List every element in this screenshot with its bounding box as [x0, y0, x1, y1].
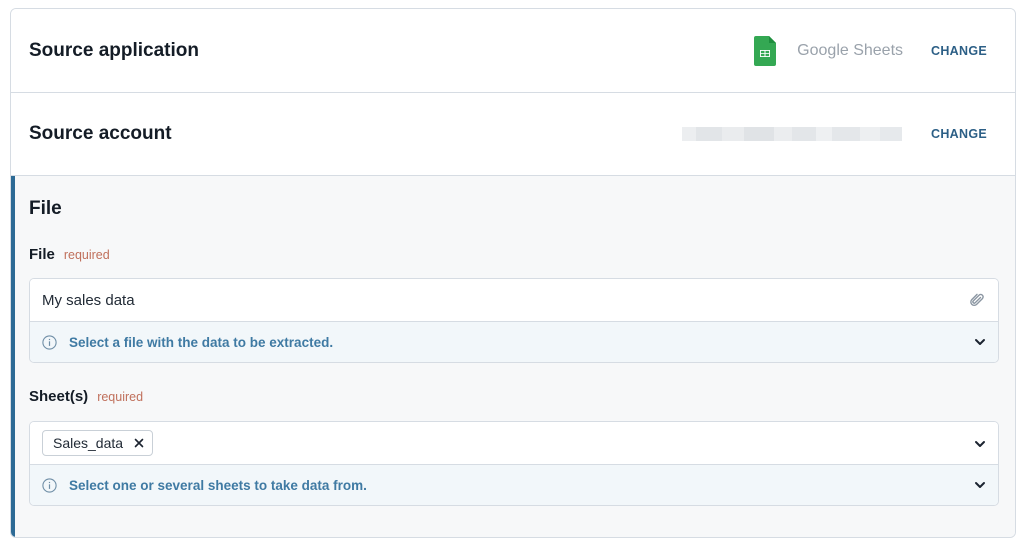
integration-setup-card: Source application Google Sheets CHANGE …: [10, 8, 1016, 538]
blurred-account-name: [682, 127, 903, 141]
file-label-text: File: [29, 246, 55, 263]
chevron-down-icon[interactable]: [974, 338, 986, 346]
sheets-label-text: Sheet(s): [29, 388, 89, 405]
change-source-application-button[interactable]: CHANGE: [931, 44, 987, 58]
sheets-field: Sales_data Select one or several sheets …: [29, 421, 999, 506]
file-section-title: File: [29, 198, 62, 219]
source-account-summary: CHANGE: [682, 127, 987, 141]
change-source-account-button[interactable]: CHANGE: [931, 127, 987, 141]
source-application-summary: Google Sheets CHANGE: [754, 35, 987, 66]
file-input-value: My sales data: [42, 291, 135, 309]
source-account-row: Source account CHANGE: [11, 93, 1015, 176]
sheets-required-badge: required: [97, 390, 144, 404]
google-sheets-icon: [754, 35, 777, 66]
sheets-hint-text: Select one or several sheets to take dat…: [69, 477, 367, 493]
file-hint-text: Select a file with the data to be extrac…: [69, 334, 334, 350]
file-field: My sales data Select a file with the dat…: [29, 278, 999, 363]
file-select-dropdown[interactable]: Select a file with the data to be extrac…: [30, 322, 998, 362]
source-application-title: Source application: [29, 39, 199, 61]
file-section: File File required My sales data Select …: [11, 176, 1015, 537]
sheets-select-dropdown[interactable]: Select one or several sheets to take dat…: [30, 465, 998, 505]
sheet-tag: Sales_data: [42, 430, 154, 456]
file-input[interactable]: My sales data: [30, 279, 998, 322]
info-icon: [42, 477, 57, 493]
source-application-row: Source application Google Sheets CHANGE: [11, 9, 1015, 93]
chevron-down-icon[interactable]: [974, 481, 986, 489]
sheets-multiselect-input[interactable]: Sales_data: [30, 422, 998, 465]
info-icon: [42, 334, 57, 350]
sheet-tag-label: Sales_data: [53, 435, 124, 451]
paperclip-icon[interactable]: [969, 292, 985, 308]
close-icon[interactable]: [134, 438, 144, 448]
source-application-name: Google Sheets: [797, 41, 904, 59]
sheets-field-label: Sheet(s) required: [29, 388, 143, 405]
file-required-badge: required: [63, 248, 110, 262]
source-account-title: Source account: [29, 123, 172, 144]
chevron-down-icon[interactable]: [974, 440, 986, 448]
file-field-label: File required: [29, 246, 110, 263]
